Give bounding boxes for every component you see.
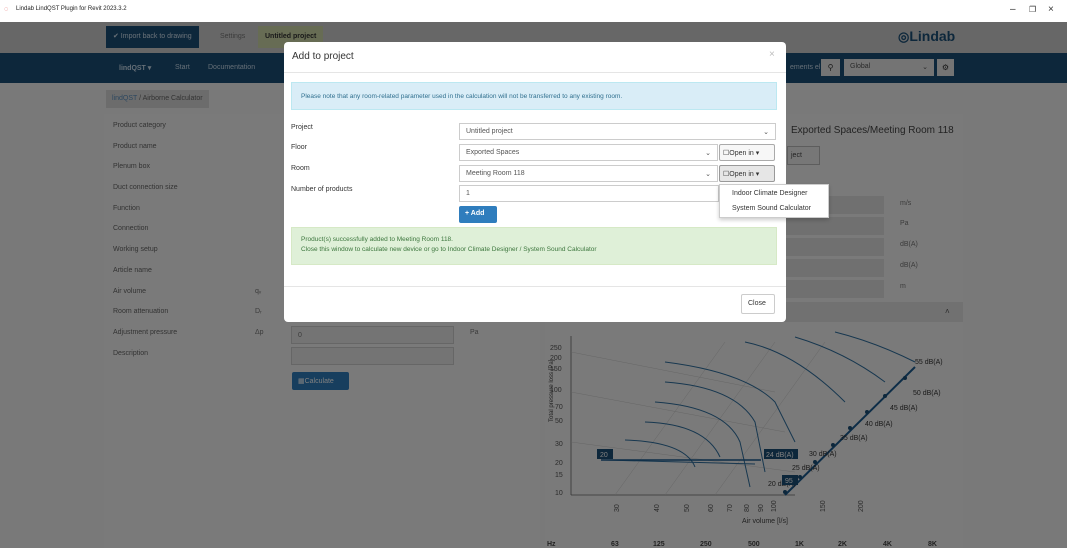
dialog-title: Add to project [292, 51, 354, 62]
open-in-dropdown: Indoor Climate Designer System Sound Cal… [719, 184, 829, 218]
success-alert: Product(s) successfully added to Meeting… [291, 227, 777, 265]
room-open-in-button[interactable]: ☐Open in ▾ [719, 165, 775, 182]
success-line-1: Product(s) successfully added to Meeting… [301, 236, 453, 243]
label-project: Project [291, 124, 313, 131]
dropdown-item-indoor-climate[interactable]: Indoor Climate Designer [732, 190, 807, 197]
dialog-footer-divider [284, 286, 786, 287]
room-select[interactable]: Meeting Room 118 ⌄ [459, 165, 718, 182]
chevron-down-icon: ⌄ [763, 129, 769, 136]
label-floor: Floor [291, 144, 307, 151]
dropdown-item-system-sound[interactable]: System Sound Calculator [732, 205, 811, 212]
window-title: Lindab LindQST Plugin for Revit 2023.3.2 [16, 6, 127, 12]
floor-select[interactable]: Exported Spaces ⌄ [459, 144, 718, 161]
chevron-down-icon: ⌄ [705, 150, 711, 157]
project-select[interactable]: Untitled project ⌄ [459, 123, 776, 140]
info-alert: Please note that any room-related parame… [291, 82, 777, 110]
floor-open-in-button[interactable]: ☐Open in ▾ [719, 144, 775, 161]
maximize-button[interactable]: ❐ [1029, 5, 1036, 14]
chevron-down-icon: ⌄ [705, 171, 711, 178]
dialog-divider [284, 72, 786, 73]
label-room: Room [291, 165, 310, 172]
add-button[interactable]: + Add [459, 206, 497, 223]
room-select-value: Meeting Room 118 [466, 170, 525, 177]
floor-select-value: Exported Spaces [466, 149, 520, 156]
close-window-button[interactable]: × [1048, 4, 1054, 15]
close-button[interactable]: Close [741, 294, 775, 314]
success-line-2: Close this window to calculate new devic… [301, 246, 597, 253]
minimize-button[interactable]: – [1010, 4, 1016, 15]
label-number-of-products: Number of products [291, 186, 353, 193]
dialog-close-icon[interactable]: × [769, 49, 775, 60]
window-titlebar: ◌ Lindab LindQST Plugin for Revit 2023.3… [0, 0, 1067, 22]
project-select-value: Untitled project [466, 128, 513, 135]
app-icon: ◌ [4, 6, 9, 13]
number-of-products-input[interactable]: 1 [459, 185, 719, 202]
